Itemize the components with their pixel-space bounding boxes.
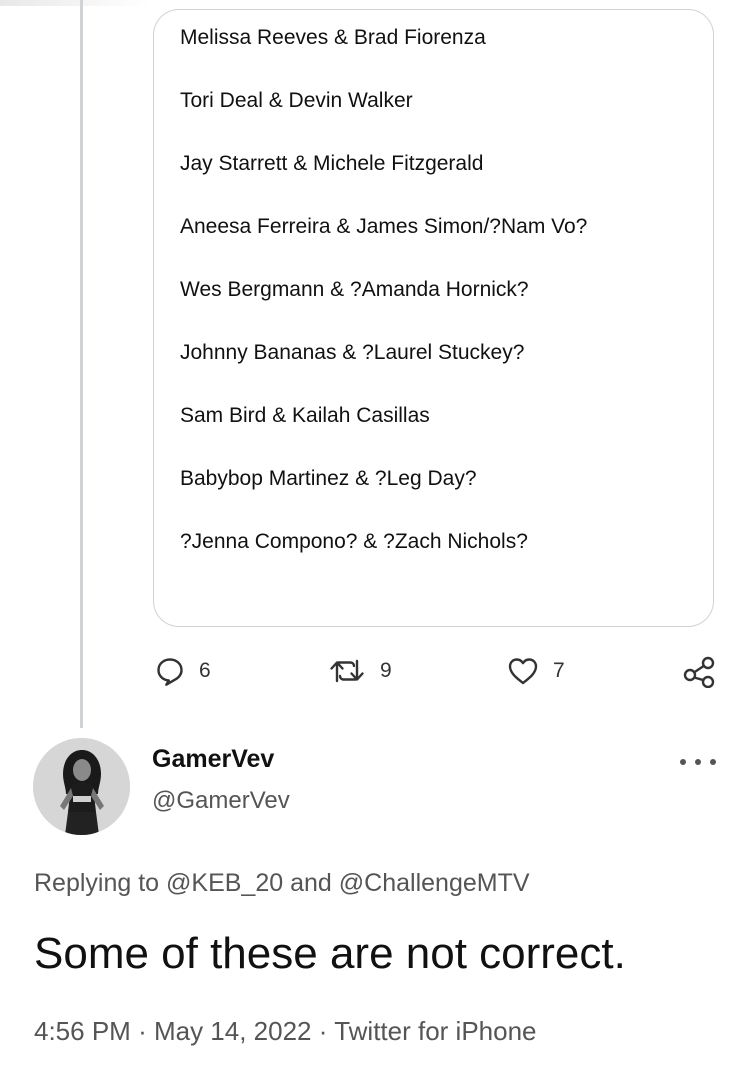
quote-line: Tori Deal & Devin Walker: [180, 89, 413, 112]
replying-user-link[interactable]: @KEB_20: [166, 869, 283, 897]
retweet-icon: [328, 656, 366, 686]
quote-line: Johnny Bananas & ?Laurel Stuckey?: [180, 341, 525, 364]
meta-separator: ·: [318, 1016, 328, 1046]
more-dot: [680, 759, 686, 765]
more-dot: [710, 759, 716, 765]
heart-icon: [507, 656, 539, 686]
quote-line: Babybop Martinez & ?Leg Day?: [180, 467, 477, 490]
replying-prefix: Replying to: [34, 869, 160, 897]
quote-line: Jay Starrett & Michele Fitzgerald: [180, 152, 484, 175]
reply-count: 6: [199, 659, 211, 682]
quote-line: Wes Bergmann & ?Amanda Hornick?: [180, 278, 529, 301]
retweet-count: 9: [380, 659, 392, 682]
tweet-action-bar: 6 9 7: [0, 650, 750, 698]
share-icon: [682, 656, 716, 688]
like-count: 7: [553, 659, 565, 682]
quote-line: Aneesa Ferreira & James Simon/?Nam Vo?: [180, 215, 588, 238]
tweet-date[interactable]: May 14, 2022: [154, 1016, 312, 1046]
thread-connector-line: [80, 0, 83, 728]
more-options-icon[interactable]: [680, 750, 716, 774]
quote-line: Sam Bird & Kailah Casillas: [180, 404, 430, 427]
replying-to-line: Replying to @KEB_20 and @ChallengeMTV: [34, 869, 530, 898]
share-button[interactable]: [682, 656, 716, 688]
top-divider: [0, 0, 150, 6]
meta-separator: ·: [138, 1016, 147, 1046]
tweet-source[interactable]: Twitter for iPhone: [334, 1016, 536, 1046]
quote-line: ?Jenna Compono? & ?Zach Nichols?: [180, 530, 528, 553]
tweet-time[interactable]: 4:56 PM: [34, 1016, 131, 1046]
tweet-meta: 4:56 PM · May 14, 2022 · Twitter for iPh…: [34, 1016, 537, 1047]
display-name[interactable]: GamerVev: [152, 745, 274, 774]
reply-button[interactable]: 6: [155, 656, 211, 686]
replying-and: and: [290, 869, 332, 897]
quote-card[interactable]: Melissa Reeves & Brad Fiorenza Tori Deal…: [153, 9, 714, 627]
user-handle[interactable]: @GamerVev: [152, 787, 290, 815]
tweet-text: Some of these are not correct.: [34, 929, 626, 978]
replying-user-link[interactable]: @ChallengeMTV: [339, 869, 530, 897]
reply-icon: [155, 656, 185, 686]
quote-line: Melissa Reeves & Brad Fiorenza: [180, 26, 486, 49]
more-dot: [695, 759, 701, 765]
avatar[interactable]: [33, 738, 130, 835]
like-button[interactable]: 7: [507, 656, 565, 686]
retweet-button[interactable]: 9: [328, 656, 392, 686]
